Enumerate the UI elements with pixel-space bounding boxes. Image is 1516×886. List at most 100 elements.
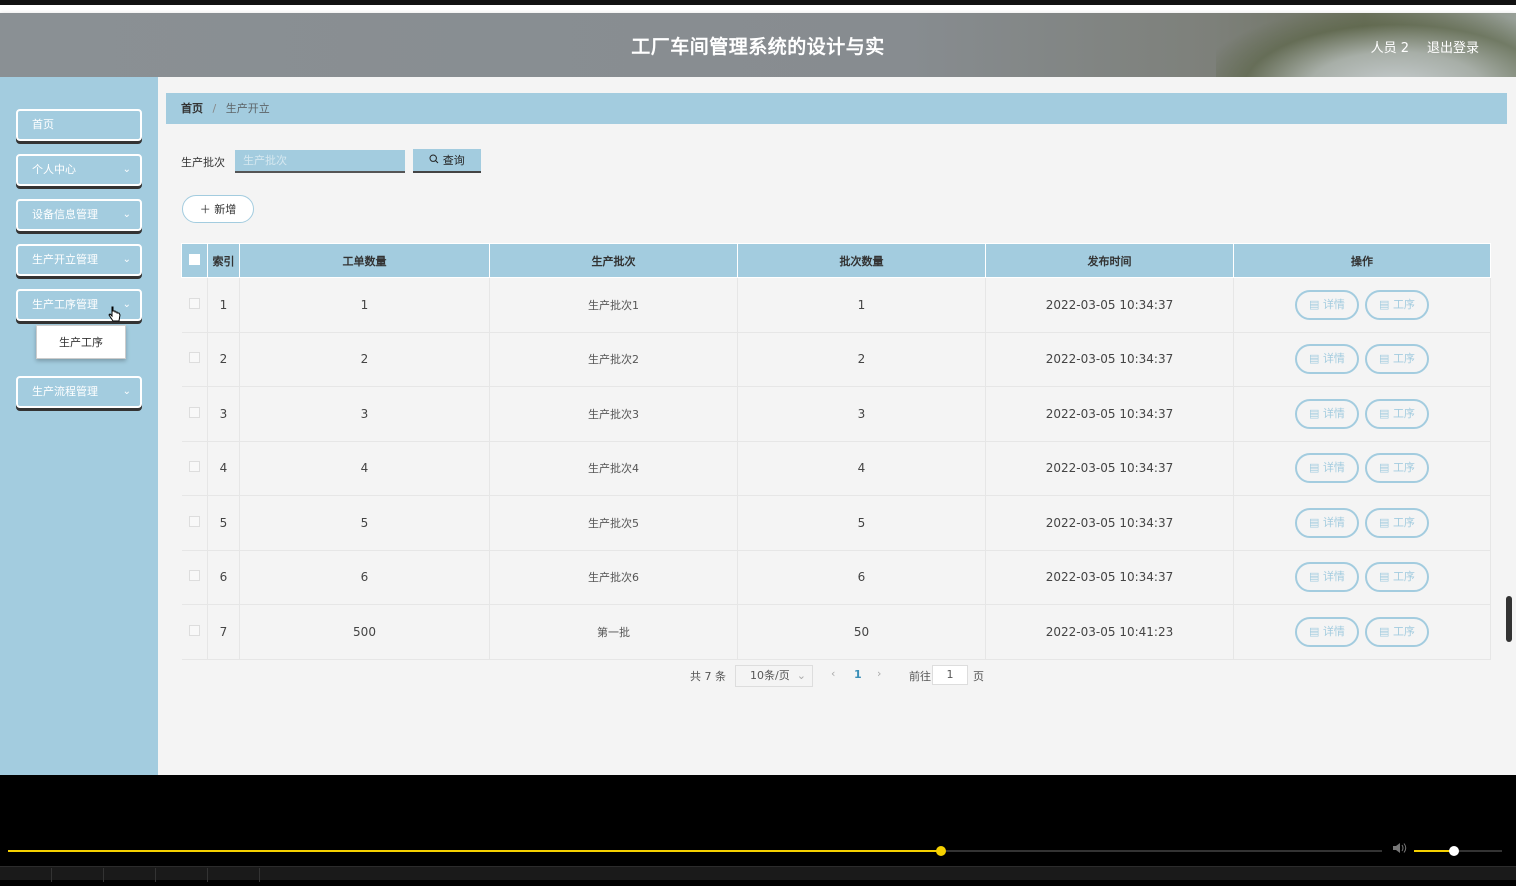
process-button-label: 工序 [1392,297,1415,311]
process-button[interactable]: ▤ 工序 [1365,344,1429,375]
column-header: 操作 [1233,243,1491,278]
cell-batch: 生产批次2 [489,332,738,387]
goto-label: 前往 [909,670,931,683]
table-row: 4 4 生产批次4 4 2022-03-05 10:34:37 ▤ 详情 ▤ 工序 [181,441,1491,496]
prev-page-icon[interactable]: ‹ [831,667,835,680]
cell-batch-qty: 2 [737,332,986,387]
cell-order-count: 5 [239,495,490,551]
video-player-controls [0,775,1516,880]
cell-index: 6 [207,550,240,605]
cell-batch: 生产批次4 [489,441,738,496]
breadcrumb-separator: / [212,102,217,115]
sidebar-item-label: 个人中心 [32,163,76,176]
cell-batch-qty: 6 [737,550,986,605]
next-page-icon[interactable]: › [877,667,881,680]
cell-order-count: 4 [239,441,490,496]
cell-actions: ▤ 详情 ▤ 工序 [1233,386,1491,442]
sidebar-item-production-flow[interactable]: 生产流程管理 ⌄ [16,376,142,408]
document-icon: ▤ [1309,570,1323,584]
process-button-label: 工序 [1392,570,1415,584]
cell-batch-qty: 5 [737,495,986,551]
cell-actions: ▤ 详情 ▤ 工序 [1233,332,1491,387]
column-header: 发布时间 [985,243,1234,278]
table-row: 5 5 生产批次5 5 2022-03-05 10:34:37 ▤ 详情 ▤ 工序 [181,495,1491,551]
cell-batch-qty: 50 [737,604,986,660]
page-size-select[interactable]: 10条/页 ⌄ [735,665,813,687]
sidebar-item-production-process[interactable]: 生产工序管理 ⌄ [16,289,142,321]
sidebar-item-label: 首页 [32,118,54,131]
goto-page-input[interactable]: 1 [932,665,968,685]
process-button[interactable]: ▤ 工序 [1365,398,1429,429]
detail-button[interactable]: ▤ 详情 [1295,562,1359,593]
logout-link[interactable]: 退出登录 [1427,37,1479,56]
data-table: 索引 工单数量 生产批次 批次数量 发布时间 操作 1 1 生产批次1 1 2022-0… [181,243,1491,660]
hand-cursor-icon [108,306,122,328]
document-icon: ▤ [1379,297,1393,311]
row-checkbox[interactable] [188,515,200,527]
volume-knob[interactable] [1448,846,1459,856]
process-button[interactable]: ▤ 工序 [1365,453,1429,484]
document-icon: ▤ [1379,406,1393,420]
cell-publish-time: 2022-03-05 10:34:37 [985,386,1234,442]
detail-button[interactable]: ▤ 详情 [1295,344,1359,375]
sidebar-item-home[interactable]: 首页 [16,109,142,141]
process-button[interactable]: ▤ 工序 [1365,616,1429,647]
column-header: 生产批次 [489,243,738,278]
cell-publish-time: 2022-03-05 10:41:23 [985,604,1234,660]
sidebar-item-equipment[interactable]: 设备信息管理 ⌄ [16,199,142,231]
cell-index: 2 [207,332,240,387]
search-icon [429,154,443,167]
document-icon: ▤ [1379,624,1393,638]
search-input[interactable] [235,150,405,173]
sidebar-item-label: 设备信息管理 [32,208,98,221]
process-button-label: 工序 [1392,461,1415,475]
plus-icon: ＋ [199,203,211,216]
process-button[interactable]: ▤ 工序 [1365,562,1429,593]
submenu-item-production-process[interactable]: 生产工序 [36,325,126,359]
row-select-cell [181,386,208,442]
page-number-current[interactable]: 1 [854,668,862,681]
detail-button[interactable]: ▤ 详情 [1295,616,1359,647]
cell-batch: 第一批 [489,604,738,660]
row-checkbox[interactable] [188,570,200,582]
add-button[interactable]: ＋ 新增 [182,195,254,223]
sidebar-item-personal-center[interactable]: 个人中心 ⌄ [16,154,142,186]
row-checkbox[interactable] [188,406,200,418]
breadcrumb-home[interactable]: 首页 [181,102,203,115]
add-button-label: 新增 [214,203,237,216]
table-row: 2 2 生产批次2 2 2022-03-05 10:34:37 ▤ 详情 ▤ 工序 [181,332,1491,387]
process-button[interactable]: ▤ 工序 [1365,289,1429,320]
row-checkbox[interactable] [188,352,200,364]
document-icon: ▤ [1309,352,1323,366]
process-button-label: 工序 [1392,406,1415,420]
scrollbar-thumb[interactable] [1506,596,1512,642]
search-button[interactable]: 查询 [413,149,481,173]
page-title: 工厂车间管理系统的设计与实 [631,36,885,58]
sidebar-item-production-open[interactable]: 生产开立管理 ⌄ [16,244,142,276]
progress-fill [8,850,941,852]
chevron-down-icon: ⌄ [122,209,131,220]
cell-publish-time: 2022-03-05 10:34:37 [985,495,1234,551]
detail-button[interactable]: ▤ 详情 [1295,453,1359,484]
progress-knob[interactable] [935,846,946,856]
detail-button[interactable]: ▤ 详情 [1295,289,1359,320]
cell-actions: ▤ 详情 ▤ 工序 [1233,495,1491,551]
detail-button[interactable]: ▤ 详情 [1295,507,1359,538]
row-checkbox[interactable] [188,624,200,636]
detail-button[interactable]: ▤ 详情 [1295,398,1359,429]
chevron-down-icon: ⌄ [122,164,131,175]
process-button[interactable]: ▤ 工序 [1365,507,1429,538]
sidebar-item-label: 生产流程管理 [32,385,98,398]
chevron-down-icon: ⌄ [122,299,131,310]
row-checkbox[interactable] [188,461,200,473]
table-header-row: 索引 工单数量 生产批次 批次数量 发布时间 操作 [181,243,1491,278]
detail-button-label: 详情 [1322,515,1345,529]
select-all-checkbox[interactable] [189,253,200,265]
progress-track[interactable] [8,850,1382,852]
process-button-label: 工序 [1392,352,1415,366]
sidebar: 首页 个人中心 ⌄ 设备信息管理 ⌄ 生产开立管理 ⌄ 生产工序管理 ⌄ 生产工… [0,77,158,775]
volume-icon[interactable] [1392,842,1408,858]
row-checkbox[interactable] [188,297,200,309]
process-button-label: 工序 [1392,624,1415,638]
chevron-down-icon: ⌄ [122,386,131,397]
